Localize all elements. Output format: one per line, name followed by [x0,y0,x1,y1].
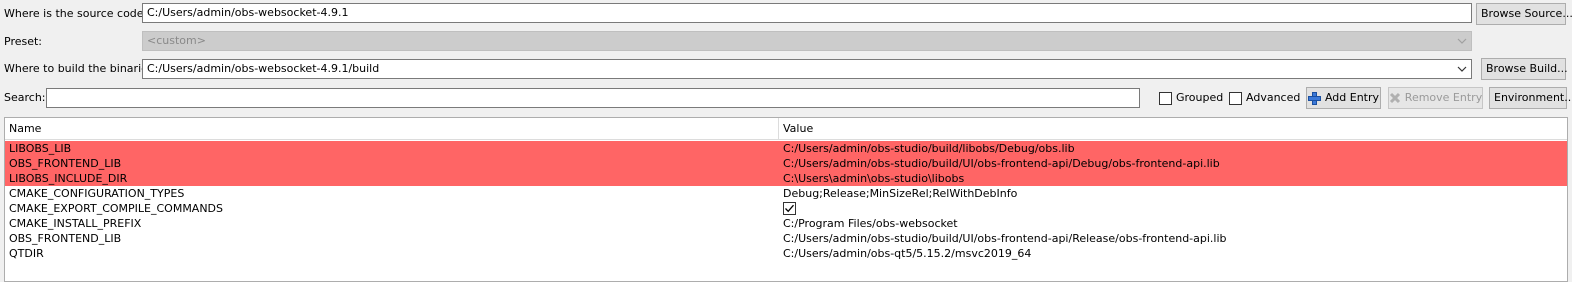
advanced-label: Advanced [1246,91,1301,104]
search-label: Search: [4,91,46,104]
entry-name: CMAKE_INSTALL_PREFIX [9,217,142,230]
add-entry-button[interactable]: Add Entry [1306,87,1381,109]
advanced-checkbox-box[interactable] [1229,91,1242,105]
grouped-checkbox[interactable]: Grouped [1159,90,1223,106]
table-row[interactable]: OBS_FRONTEND_LIB C:/Users/admin/obs-stud… [5,231,1567,246]
build-label: Where to build the binaries: [4,62,158,75]
source-label: Where is the source code: [4,7,148,20]
grouped-label: Grouped [1176,91,1224,104]
entry-name: LIBOBS_LIB [9,142,72,155]
preset-label: Preset: [4,35,43,48]
build-path-select[interactable]: C:/Users/admin/obs-websocket-4.9.1/build [142,59,1472,79]
remove-entry-button[interactable]: Remove Entry [1388,87,1483,109]
table-row[interactable]: CMAKE_CONFIGURATION_TYPES Debug;Release;… [5,186,1567,201]
entry-value[interactable]: C:/Users/admin/obs-qt5/5.15.2/msvc2019_6… [779,246,1031,261]
entry-name: CMAKE_EXPORT_COMPILE_COMMANDS [9,202,224,215]
preset-value: <custom> [147,34,206,47]
add-entry-label: Add Entry [1324,91,1380,104]
search-input[interactable] [46,88,1140,108]
entry-name: OBS_FRONTEND_LIB [9,157,122,170]
browse-source-button[interactable]: Browse Source... [1476,3,1572,25]
table-row[interactable]: LIBOBS_LIB C:/Users/admin/obs-studio/bui… [5,141,1567,156]
x-icon [1389,92,1401,104]
chevron-down-icon [1456,60,1468,78]
column-header-name[interactable]: Name [5,118,778,140]
entry-value[interactable]: C:/Users/admin/obs-studio/build/libobs/D… [779,141,1075,156]
table-row[interactable]: CMAKE_EXPORT_COMPILE_COMMANDS [5,201,1567,216]
entry-name: QTDIR [9,247,44,260]
table-row[interactable]: OBS_FRONTEND_LIB C:/Users/admin/obs-stud… [5,156,1567,171]
entry-value[interactable]: C:/Program Files/obs-websocket [779,216,958,231]
browse-build-button[interactable]: Browse Build... [1481,58,1568,80]
table-row[interactable]: QTDIR C:/Users/admin/obs-qt5/5.15.2/msvc… [5,246,1567,261]
preset-select[interactable]: <custom> [142,31,1472,51]
advanced-checkbox[interactable]: Advanced [1229,90,1300,106]
entry-name: OBS_FRONTEND_LIB [9,232,122,245]
source-path-input[interactable]: C:/Users/admin/obs-websocket-4.9.1 [142,3,1472,23]
entry-name: CMAKE_CONFIGURATION_TYPES [9,187,185,200]
entry-value[interactable]: C:\Users\admin\obs-studio\libobs [779,171,964,186]
remove-entry-label: Remove Entry [1404,91,1483,104]
table-row[interactable]: CMAKE_INSTALL_PREFIX C:/Program Files/ob… [5,216,1567,231]
plus-icon [1307,91,1321,105]
column-header-value[interactable]: Value [778,118,813,140]
entry-name: LIBOBS_INCLUDE_DIR [9,172,128,185]
checkmark-icon[interactable] [783,202,796,215]
table-row[interactable]: LIBOBS_INCLUDE_DIR C:\Users\admin\obs-st… [5,171,1567,186]
entry-value[interactable]: C:/Users/admin/obs-studio/build/UI/obs-f… [779,231,1227,246]
grouped-checkbox-box[interactable] [1159,91,1172,105]
chevron-down-icon [1456,32,1468,50]
cache-entries-table[interactable]: Name Value LIBOBS_LIB C:/Users/admin/obs… [4,117,1568,282]
entry-value[interactable]: C:/Users/admin/obs-studio/build/UI/obs-f… [779,156,1220,171]
build-path-value: C:/Users/admin/obs-websocket-4.9.1/build [147,62,380,75]
environment-button[interactable]: Environment... [1489,87,1572,109]
entry-value[interactable]: Debug;Release;MinSizeRel;RelWithDebInfo [779,186,1017,201]
entry-value-checkbox[interactable] [779,201,796,216]
table-header: Name Value [5,118,1567,140]
